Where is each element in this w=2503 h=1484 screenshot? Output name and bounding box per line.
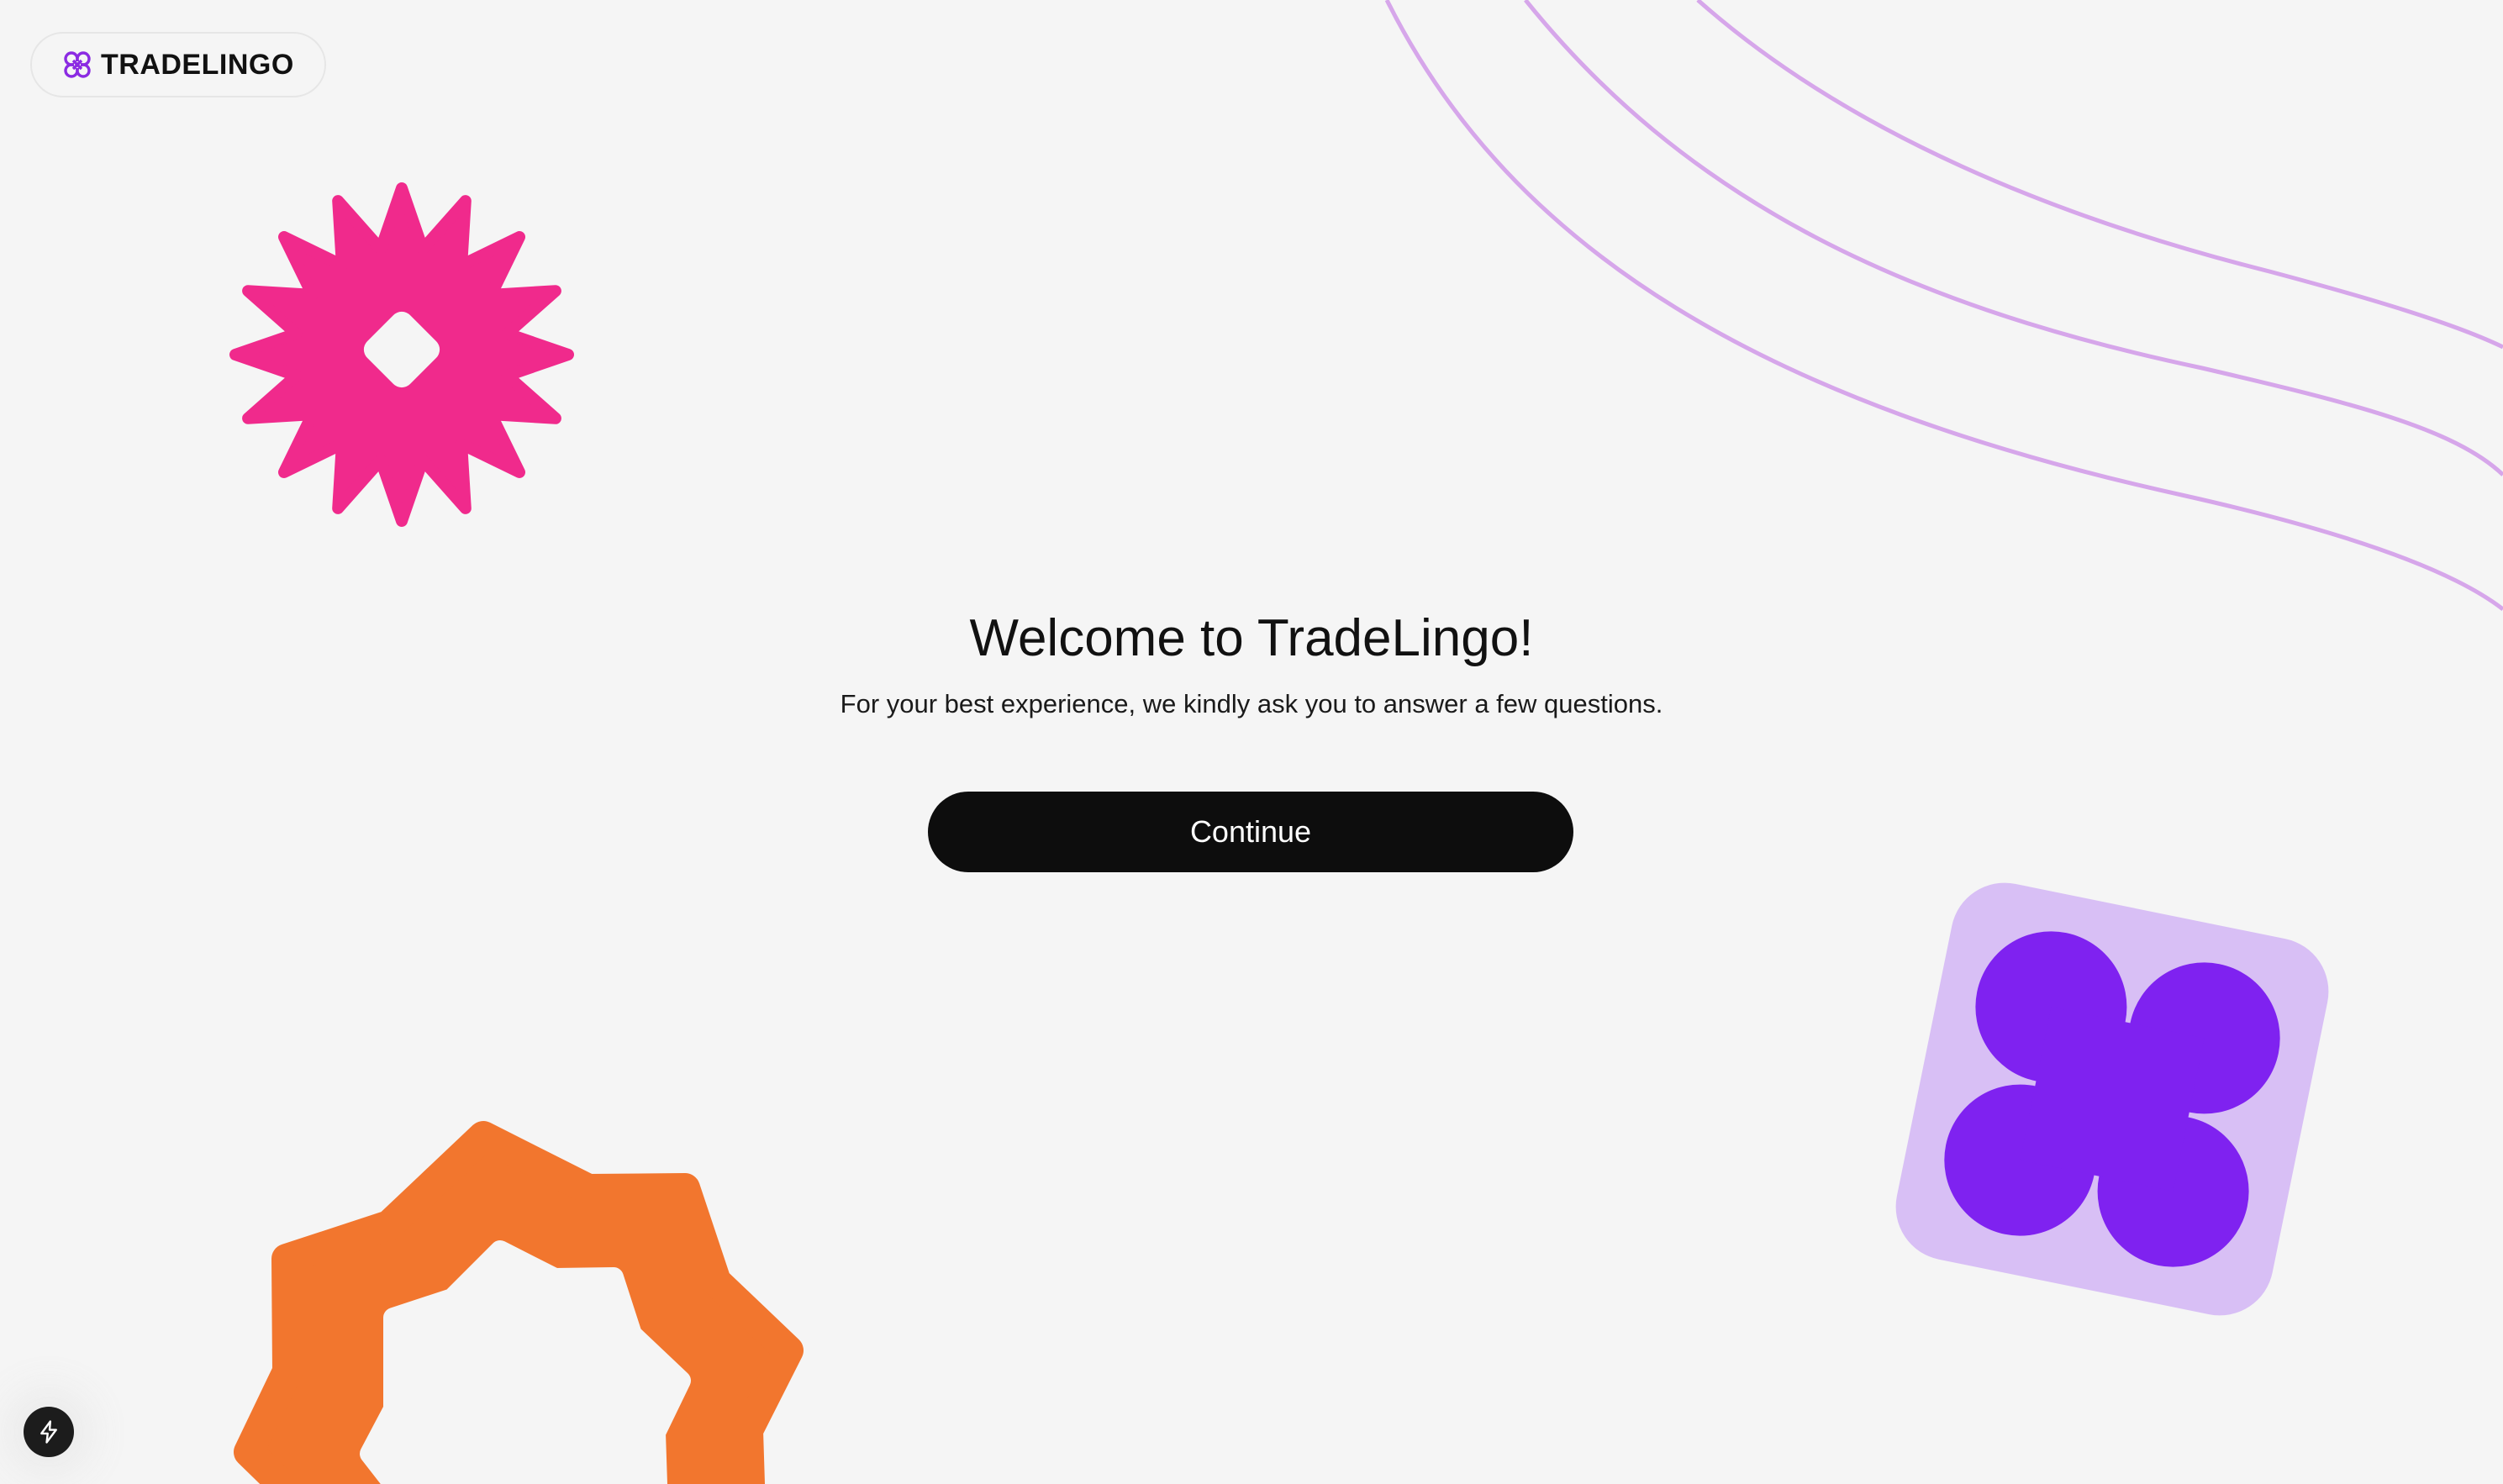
dev-tools-button[interactable] xyxy=(24,1407,74,1457)
decorative-curve xyxy=(1524,0,2503,476)
clover-tile-shape xyxy=(1895,882,2329,1316)
orange-ring-shape xyxy=(234,1121,804,1484)
welcome-subtitle: For your best experience, we kindly ask … xyxy=(840,689,1663,718)
purple-clover xyxy=(1944,931,2280,1267)
pink-starburst-shape xyxy=(229,182,574,527)
welcome-title: Welcome to TradeLingo! xyxy=(969,609,1534,667)
background-decorations xyxy=(229,0,2503,1484)
brand-name: TRADELINGO xyxy=(101,48,294,81)
continue-button[interactable]: Continue xyxy=(928,792,1573,872)
decorative-curve xyxy=(1384,0,2503,611)
onboarding-welcome-page: TRADELINGO Welcome to TradeLingo! For yo… xyxy=(0,0,2503,1484)
lightning-bolt-icon xyxy=(40,1420,57,1444)
decorative-curve xyxy=(1696,0,2503,350)
brand-logo[interactable]: TRADELINGO xyxy=(30,32,326,97)
atom-knot-icon xyxy=(64,51,91,78)
decorative-curves xyxy=(1384,0,2503,611)
welcome-section: Welcome to TradeLingo! For your best exp… xyxy=(0,605,2503,721)
